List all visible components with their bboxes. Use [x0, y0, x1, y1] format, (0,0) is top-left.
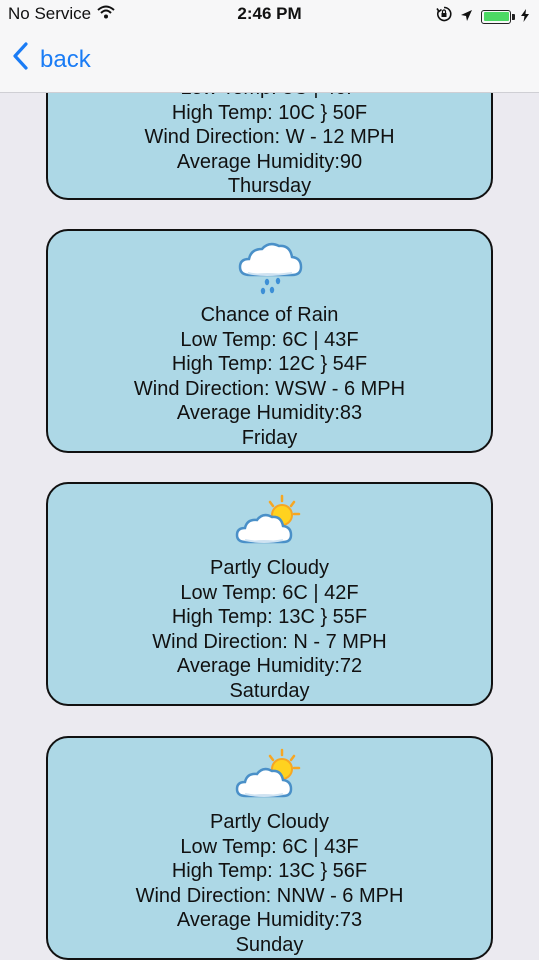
humidity-text: Average Humidity:72 — [176, 655, 363, 677]
day-text: Saturday — [229, 679, 310, 702]
low-temp-text: Low Temp: 6C | 43F — [180, 328, 359, 351]
status-bar: No Service 2:46 PM — [0, 0, 539, 30]
wind-text: Wind Direction: NNW - 6 MPH — [135, 884, 404, 907]
condition-text: Partly Cloudy — [210, 557, 329, 579]
high-temp-text: High Temp: 12C } 54F — [171, 353, 368, 375]
partly-cloudy-icon — [48, 744, 491, 806]
condition-text: Chance of Rain — [200, 304, 339, 326]
location-arrow-icon — [460, 7, 473, 27]
condition-text: Partly Cloudy — [210, 811, 329, 833]
humidity-text: Average Humidity:73 — [176, 909, 363, 931]
high-temp-text: High Temp: 10C } 50F — [171, 101, 368, 124]
wind-text: Wind Direction: WSW - 6 MPH — [133, 377, 406, 400]
wind-text: Wind Direction: N - 7 MPH — [152, 630, 387, 653]
forecast-card-friday: Chance of Rain Low Temp: 6C | 43F High T… — [46, 229, 493, 453]
forecast-card-saturday: Partly Cloudy Low Temp: 6C | 42F High Te… — [46, 482, 493, 706]
battery-icon — [481, 9, 515, 24]
forecast-scroll-area[interactable]: Low Temp: 3C | 40F High Temp: 10C } 50F … — [0, 0, 539, 960]
humidity-text: Average Humidity:83 — [176, 402, 363, 424]
partly-cloudy-icon — [48, 490, 491, 552]
day-text: Thursday — [227, 175, 312, 197]
forecast-card-sunday: Partly Cloudy Low Temp: 6C | 43F High Te… — [46, 736, 493, 960]
orientation-lock-icon — [436, 6, 452, 27]
back-label: back — [40, 45, 91, 73]
day-text: Sunday — [235, 933, 304, 956]
rain-cloud-icon — [48, 237, 491, 299]
back-button[interactable]: back — [12, 42, 91, 77]
humidity-text: Average Humidity:90 — [176, 150, 363, 173]
charging-bolt-icon — [521, 7, 529, 27]
wind-text: Wind Direction: W - 12 MPH — [144, 126, 395, 148]
chevron-left-icon — [12, 42, 28, 77]
low-temp-text: Low Temp: 6C | 42F — [180, 581, 359, 604]
navigation-bar: back — [0, 30, 539, 93]
high-temp-text: High Temp: 13C } 55F — [171, 606, 368, 628]
status-right — [436, 6, 529, 27]
low-temp-text: Low Temp: 6C | 43F — [180, 835, 359, 858]
day-text: Friday — [241, 426, 298, 449]
high-temp-text: High Temp: 13C } 56F — [171, 860, 368, 882]
